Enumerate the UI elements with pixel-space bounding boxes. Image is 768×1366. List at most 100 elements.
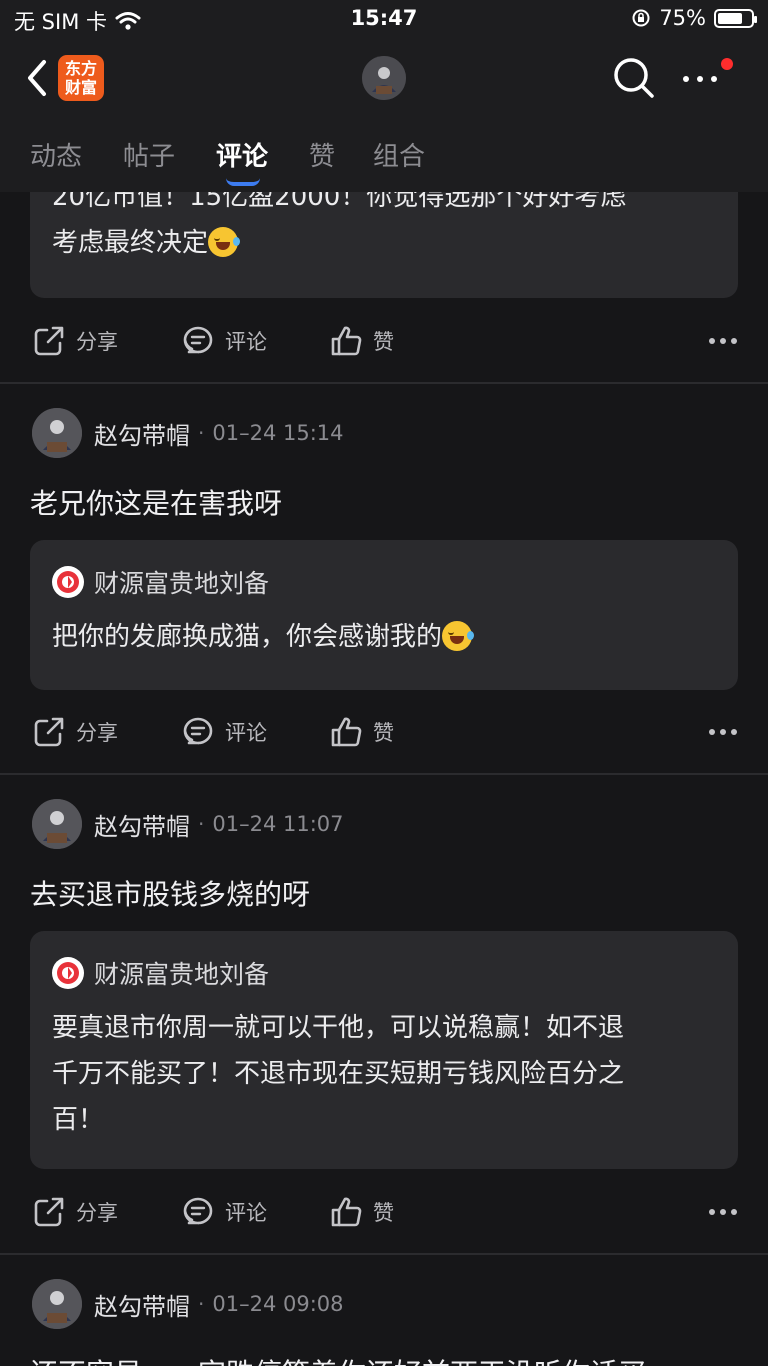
user-avatar-icon [362, 56, 406, 100]
comment-text[interactable]: 去买退市股钱多烧的呀 [30, 873, 310, 913]
search-icon[interactable] [612, 56, 656, 100]
share-button[interactable]: 分享 [32, 715, 118, 749]
tab-dynamics[interactable]: 动态 [30, 136, 82, 173]
share-label: 分享 [76, 721, 118, 745]
comment-feed[interactable]: 20亿市值！15亿盈2000！你觉得选那个好好考虑 考虑最终决定 分享 评论 赞 [0, 192, 768, 1366]
tab-comments[interactable]: 评论 [216, 136, 268, 173]
user-avatar-icon [32, 408, 82, 458]
post-timestamp: 01–24 15:14 [212, 421, 344, 445]
action-bar: 分享 评论 赞 [0, 312, 768, 372]
share-icon [34, 326, 64, 356]
tab-posts[interactable]: 帖子 [123, 136, 175, 173]
quoted-text: 20亿市值！15亿盈2000！你觉得选那个好好考虑 考虑最终决定 [52, 192, 716, 266]
quoted-text: 要真退市你周一就可以干他，可以说稳赢！如不退 千万不能买了！不退市现在买短期亏钱… [52, 1005, 716, 1143]
comment-label: 评论 [225, 330, 267, 354]
nav-bar: 东方 财富 [0, 40, 768, 118]
quoted-line: 考虑最终决定 [52, 220, 716, 266]
author-avatar[interactable] [32, 1279, 82, 1329]
comment-icon [183, 1197, 213, 1225]
thumbs-up-icon [331, 1197, 362, 1227]
like-label: 赞 [373, 721, 394, 745]
quoted-author-name[interactable]: 财源富贵地刘备 [94, 564, 269, 600]
quoted-line: 要真退市你周一就可以干他，可以说稳赢！如不退 [52, 1013, 625, 1043]
app-logo: 东方 财富 [58, 55, 104, 101]
like-label: 赞 [373, 330, 394, 354]
active-tab-indicator [226, 178, 260, 186]
quoted-line: 百！ [52, 1105, 105, 1135]
comment-icon [183, 717, 213, 745]
post-header: 赵勾带帽 · 01–24 11:07 [32, 799, 344, 849]
user-avatar-icon [32, 1279, 82, 1329]
back-arrow-icon[interactable] [20, 56, 54, 100]
post-header: 赵勾带帽 · 01–24 09:08 [32, 1279, 344, 1329]
app-screen: 无 SIM 卡 15:47 75% 东方 财富 动态 帖子 评论 赞 组合 20… [0, 0, 768, 1366]
comment-label: 评论 [225, 721, 267, 745]
tab-portfolio[interactable]: 组合 [373, 136, 425, 173]
quoted-comment[interactable]: 20亿市值！15亿盈2000！你觉得选那个好好考虑 考虑最终决定 [30, 192, 738, 298]
quoted-comment[interactable]: 财源富贵地刘备 要真退市你周一就可以干他，可以说稳赢！如不退 千万不能买了！不退… [30, 931, 738, 1169]
quoted-line: 把你的发廊换成猫，你会感谢我的 [52, 622, 443, 652]
tab-likes[interactable]: 赞 [309, 136, 335, 173]
notification-dot [721, 58, 733, 70]
share-icon [34, 717, 64, 747]
thumbs-up-icon [331, 717, 362, 747]
quoted-author-name[interactable]: 财源富贵地刘备 [94, 955, 269, 991]
action-bar: 分享 评论 赞 [0, 703, 768, 763]
quoted-line: 千万不能买了！不退市现在买短期亏钱风险百分之 [52, 1059, 625, 1089]
thumbs-up-icon [331, 326, 362, 356]
divider [0, 382, 768, 384]
comment-icon [183, 326, 213, 354]
quoted-author: 财源富贵地刘备 [52, 564, 269, 600]
post-timestamp: 01–24 11:07 [212, 812, 344, 836]
author-name[interactable]: 赵勾带帽 [94, 1287, 190, 1322]
quoted-line: 20亿市值！15亿盈2000！你觉得选那个好好考虑 [52, 192, 627, 212]
comment-button[interactable]: 评论 [181, 715, 267, 749]
battery-percent: 75% [659, 6, 706, 30]
post-timestamp: 01–24 09:08 [212, 1292, 344, 1316]
separator-dot: · [198, 812, 205, 836]
comment-text[interactable]: 老兄你这是在害我呀 [30, 482, 282, 522]
post-more-icon[interactable] [708, 1207, 738, 1217]
share-button[interactable]: 分享 [32, 1195, 118, 1229]
share-button[interactable]: 分享 [32, 324, 118, 358]
battery-icon [714, 8, 757, 28]
post-header: 赵勾带帽 · 01–24 15:14 [32, 408, 344, 458]
quoted-user-icon [52, 566, 84, 598]
logo-line-2: 财富 [64, 78, 97, 97]
separator-dot: · [198, 421, 205, 445]
like-button[interactable]: 赞 [329, 1195, 394, 1229]
laughing-emoji-icon [208, 227, 241, 257]
author-avatar[interactable] [32, 408, 82, 458]
laughing-emoji-icon [442, 621, 475, 651]
author-name[interactable]: 赵勾带帽 [94, 416, 190, 451]
status-right: 75% [631, 6, 757, 30]
profile-avatar[interactable] [362, 56, 406, 100]
comment-button[interactable]: 评论 [181, 1195, 267, 1229]
separator-dot: · [198, 1292, 205, 1316]
battery-level [718, 12, 742, 24]
comment-text[interactable]: 还不容易…一字跌停等着你还好前两天没听你话买 [30, 1352, 646, 1366]
logo-line-1: 东方 [64, 59, 97, 78]
more-options-icon[interactable] [678, 62, 722, 96]
share-label: 分享 [76, 1201, 118, 1225]
quoted-author: 财源富贵地刘备 [52, 955, 269, 991]
share-label: 分享 [76, 330, 118, 354]
quoted-user-icon [52, 957, 84, 989]
tab-bar: 动态 帖子 评论 赞 组合 [0, 118, 768, 192]
status-bar: 无 SIM 卡 15:47 75% [0, 0, 768, 40]
quoted-text: 把你的发廊换成猫，你会感谢我的 [52, 614, 716, 660]
like-button[interactable]: 赞 [329, 715, 394, 749]
share-icon [34, 1197, 64, 1227]
action-bar: 分享 评论 赞 [0, 1183, 768, 1243]
like-button[interactable]: 赞 [329, 324, 394, 358]
quoted-comment[interactable]: 财源富贵地刘备 把你的发廊换成猫，你会感谢我的 [30, 540, 738, 690]
user-avatar-icon [32, 799, 82, 849]
post-more-icon[interactable] [708, 336, 738, 346]
comment-button[interactable]: 评论 [181, 324, 267, 358]
post-more-icon[interactable] [708, 727, 738, 737]
divider [0, 773, 768, 775]
comment-label: 评论 [225, 1201, 267, 1225]
like-label: 赞 [373, 1201, 394, 1225]
author-name[interactable]: 赵勾带帽 [94, 807, 190, 842]
author-avatar[interactable] [32, 799, 82, 849]
